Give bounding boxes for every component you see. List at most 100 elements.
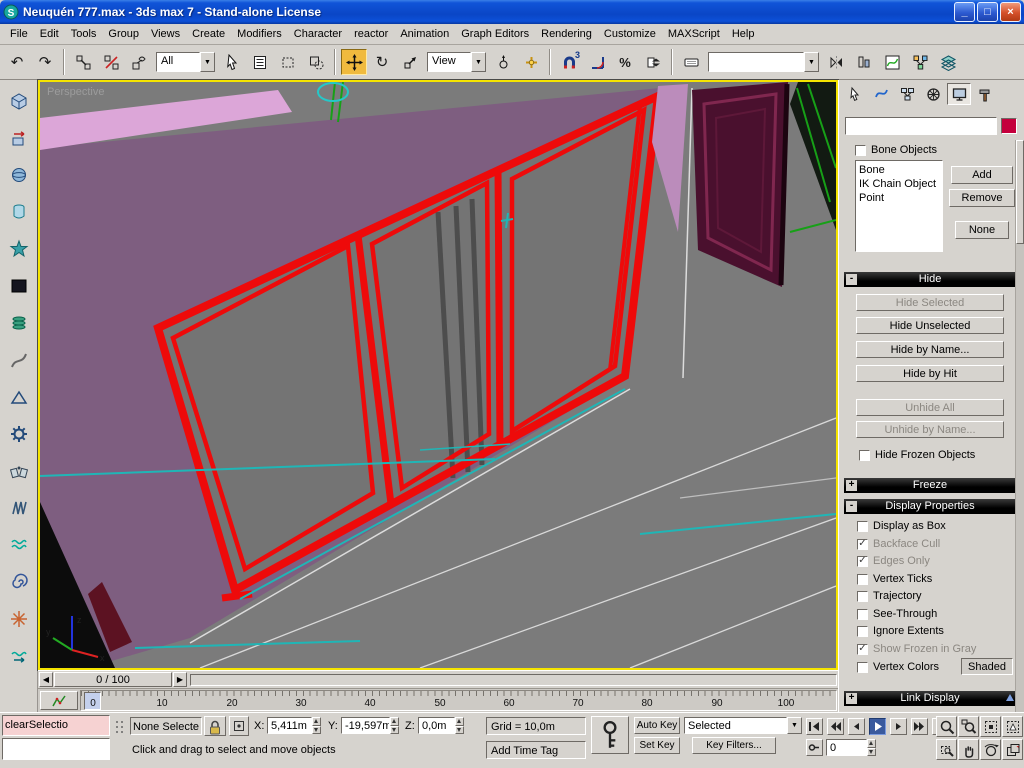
- use-pivot-point-button[interactable]: [490, 49, 516, 75]
- tab-hierarchy[interactable]: [895, 83, 919, 105]
- time-slider-left-arrow[interactable]: ◀: [39, 672, 53, 687]
- key-mode-toggle-button[interactable]: [806, 739, 823, 756]
- menu-animation[interactable]: Animation: [394, 26, 455, 42]
- pan-button[interactable]: [958, 739, 979, 760]
- mirror-button[interactable]: [823, 49, 849, 75]
- frame-value[interactable]: 0: [826, 739, 867, 756]
- title-bar[interactable]: S Neuquén 777.max - 3ds max 7 - Stand-al…: [0, 0, 1024, 24]
- unhide-all-button[interactable]: Unhide All: [856, 399, 1004, 416]
- list-item[interactable]: IK Chain Object: [859, 177, 939, 191]
- left-tool-button-3[interactable]: [4, 159, 34, 190]
- next-key-button[interactable]: [911, 718, 929, 735]
- go-to-start-button[interactable]: [806, 718, 823, 735]
- backface-cull-row[interactable]: ✓ Backface Cull: [857, 538, 940, 550]
- menu-modifiers[interactable]: Modifiers: [231, 26, 288, 42]
- menu-help[interactable]: Help: [726, 26, 761, 42]
- menu-file[interactable]: File: [4, 26, 34, 42]
- vertex-ticks-checkbox[interactable]: [857, 573, 868, 585]
- left-tool-button-12[interactable]: [4, 492, 34, 523]
- menu-edit[interactable]: Edit: [34, 26, 65, 42]
- align-button[interactable]: [851, 49, 877, 75]
- rollout-link-display[interactable]: + Link Display: [844, 691, 1016, 706]
- auto-key-button[interactable]: Auto Key: [634, 717, 680, 734]
- left-tool-button-4[interactable]: [4, 196, 34, 227]
- undo-button[interactable]: ↶: [4, 49, 30, 75]
- vertex-colors-checkbox[interactable]: [857, 661, 868, 673]
- left-tool-button-8[interactable]: [4, 344, 34, 375]
- zoom-extents-all-button[interactable]: [1002, 716, 1023, 737]
- z-value[interactable]: 0,0m: [418, 717, 455, 734]
- expand-icon[interactable]: +: [846, 480, 857, 491]
- left-tool-button-15[interactable]: [4, 603, 34, 634]
- hide-frozen-checkbox-row[interactable]: Hide Frozen Objects: [859, 449, 975, 461]
- frame-spinner[interactable]: [867, 739, 876, 756]
- y-spinner[interactable]: [390, 717, 399, 734]
- reference-coordinate-system-dropdown[interactable]: View ▼: [427, 52, 486, 72]
- menu-create[interactable]: Create: [186, 26, 231, 42]
- rollout-freeze[interactable]: + Freeze: [844, 478, 1016, 493]
- collapse-icon[interactable]: -: [846, 274, 857, 285]
- zoom-button[interactable]: [936, 716, 957, 737]
- set-key-button[interactable]: Set Key: [634, 737, 680, 754]
- viewport-label[interactable]: Perspective: [47, 86, 104, 98]
- vertex-ticks-row[interactable]: Vertex Ticks: [857, 573, 932, 585]
- left-tool-button-11[interactable]: [4, 455, 34, 486]
- zoom-region-button[interactable]: [936, 739, 957, 760]
- z-coordinate-field[interactable]: 0,0m: [418, 717, 464, 734]
- select-and-manipulate-button[interactable]: [518, 49, 544, 75]
- key-filter-scope-dropdown[interactable]: Selected ▼: [684, 717, 802, 734]
- unhide-by-name-button[interactable]: Unhide by Name...: [856, 421, 1004, 438]
- rollout-display-properties[interactable]: - Display Properties: [844, 499, 1016, 514]
- named-selection-sets-dropdown[interactable]: ▼: [708, 52, 819, 72]
- select-and-rotate-button[interactable]: ↻: [369, 49, 395, 75]
- ignore-extents-checkbox[interactable]: [857, 625, 868, 637]
- mini-curve-editor-button[interactable]: [40, 691, 78, 710]
- set-keys-button[interactable]: [591, 716, 629, 754]
- tab-create[interactable]: [843, 83, 867, 105]
- edges-only-checkbox[interactable]: ✓: [857, 555, 868, 567]
- y-value[interactable]: -19,597m: [341, 717, 390, 734]
- curve-editor-button[interactable]: [879, 49, 905, 75]
- select-and-scale-button[interactable]: [397, 49, 423, 75]
- vertex-colors-row[interactable]: Vertex Colors: [857, 661, 939, 673]
- panel-scrollbar[interactable]: [1015, 140, 1024, 712]
- backface-cull-checkbox[interactable]: ✓: [857, 538, 868, 550]
- maximize-button[interactable]: □: [977, 2, 998, 22]
- select-and-link-button[interactable]: [70, 49, 96, 75]
- bone-objects-checkbox-row[interactable]: Bone Objects: [855, 144, 937, 156]
- rectangular-selection-region-button[interactable]: [275, 49, 301, 75]
- rollout-hide[interactable]: - Hide: [844, 272, 1016, 287]
- min-max-toggle-button[interactable]: [1002, 739, 1023, 760]
- object-color-swatch[interactable]: [1001, 118, 1017, 134]
- chevron-down-icon[interactable]: ▼: [471, 52, 486, 72]
- chevron-down-icon[interactable]: ▼: [200, 52, 215, 72]
- tab-display[interactable]: [947, 83, 971, 105]
- object-name-field[interactable]: [845, 117, 997, 135]
- maxscript-mini-listener-macro[interactable]: clearSelectio: [2, 715, 110, 736]
- list-item[interactable]: Bone: [859, 163, 939, 177]
- listener-splitter[interactable]: [114, 719, 126, 738]
- tab-modify[interactable]: [869, 83, 893, 105]
- layer-manager-button[interactable]: [935, 49, 961, 75]
- menu-character[interactable]: Character: [288, 26, 348, 42]
- absolute-offset-mode-toggle[interactable]: [229, 716, 249, 736]
- trajectory-row[interactable]: Trajectory: [857, 590, 922, 602]
- remove-category-button[interactable]: Remove: [949, 189, 1015, 207]
- left-tool-button-14[interactable]: [4, 566, 34, 597]
- chevron-down-icon[interactable]: ▼: [787, 717, 802, 734]
- keyboard-shortcut-override-button[interactable]: [678, 49, 704, 75]
- left-tool-button-6[interactable]: [4, 270, 34, 301]
- left-tool-button-10[interactable]: [4, 418, 34, 449]
- key-filters-button[interactable]: Key Filters...: [692, 737, 776, 754]
- angle-snap-button[interactable]: [584, 49, 610, 75]
- show-frozen-in-gray-row[interactable]: ✓ Show Frozen in Gray: [857, 643, 976, 655]
- expand-icon[interactable]: +: [846, 693, 857, 704]
- left-tool-button-9[interactable]: [4, 381, 34, 412]
- see-through-checkbox[interactable]: [857, 608, 868, 620]
- x-value[interactable]: 5,411m: [267, 717, 312, 734]
- left-tool-button-13[interactable]: [4, 529, 34, 560]
- arc-rotate-button[interactable]: [980, 739, 1001, 760]
- x-coordinate-field[interactable]: 5,411m: [267, 717, 321, 734]
- add-category-button[interactable]: Add: [951, 166, 1013, 184]
- see-through-row[interactable]: See-Through: [857, 608, 937, 620]
